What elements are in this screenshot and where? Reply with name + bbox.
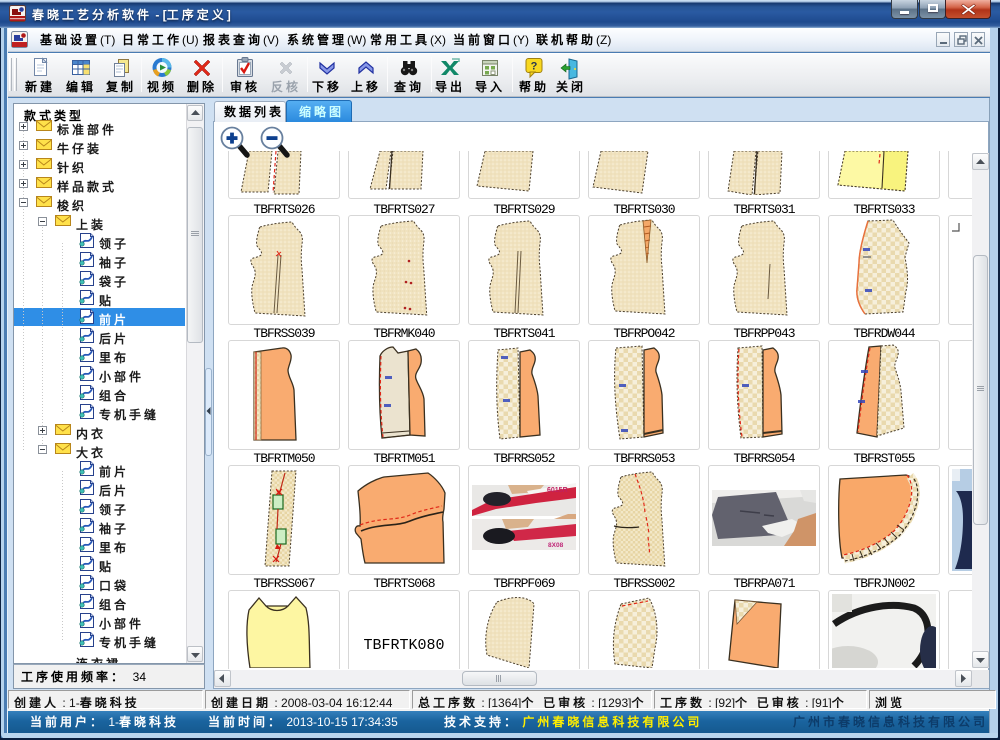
- svg-text:8X08: 8X08: [548, 542, 564, 549]
- svg-text:TBFRTK080: TBFRTK080: [363, 637, 444, 654]
- svg-text:?: ?: [531, 61, 538, 73]
- svg-text:6015R: 6015R: [547, 487, 568, 494]
